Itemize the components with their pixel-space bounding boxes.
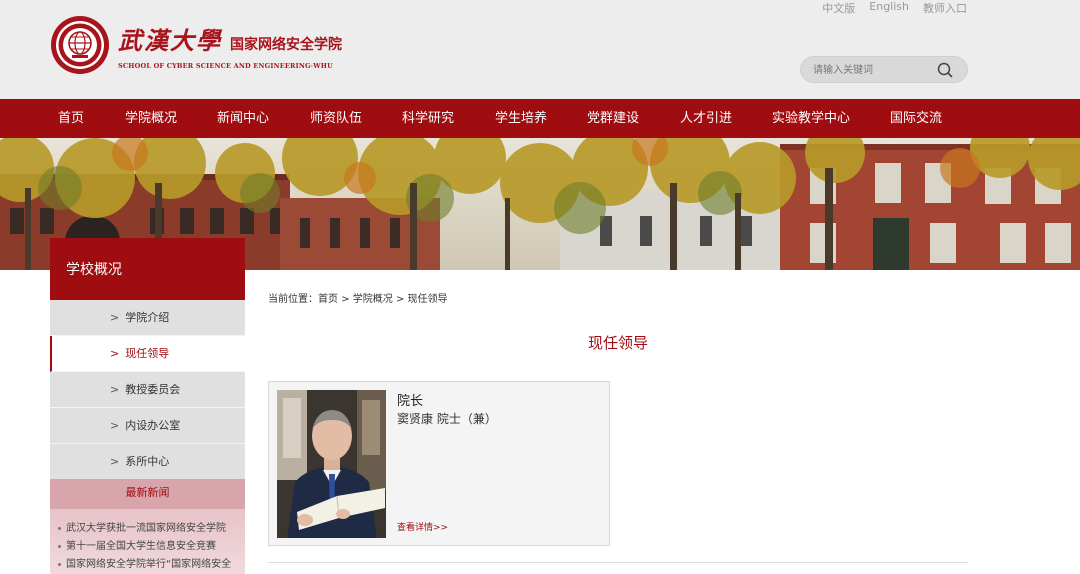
sidebar-title: 学校概况 xyxy=(50,238,245,300)
breadcrumb-prefix: 当前位置： xyxy=(268,294,318,305)
sidebar-item-label: 内设办公室 xyxy=(125,419,181,432)
nav-recruitment[interactable]: 人才引进 xyxy=(680,99,732,138)
nav-about[interactable]: 学院概况 xyxy=(125,99,177,138)
bullet-icon xyxy=(58,544,61,548)
bullet-icon xyxy=(58,562,61,566)
school-name-cn: 国家网络安全学院 xyxy=(230,36,342,53)
sidebar-menu: > 学院介绍 > 现任领导 > 教授委员会 > 内设办公室 > 系所中心 xyxy=(50,300,245,480)
leader-card: 院长 窦贤康 院士（兼） 查看详情>> xyxy=(268,381,610,546)
leader-photo xyxy=(277,390,386,538)
news-item-text: 第十一届全国大学生信息安全竞赛 xyxy=(66,541,216,552)
site-logo[interactable]: 武漢大學 国家网络安全学院 SCHOOL OF CYBER SCIENCE AN… xyxy=(50,15,342,75)
university-name-calligraphy: 武漢大學 xyxy=(118,25,222,55)
news-item-text: 国家网络安全学院举行“国家网络安全 xyxy=(66,559,232,570)
leader-name: 窦贤康 院士（兼） xyxy=(397,412,497,426)
site-header: 武漢大學 国家网络安全学院 SCHOOL OF CYBER SCIENCE AN… xyxy=(0,0,1080,99)
sidebar-item-label: 学院介绍 xyxy=(125,311,170,324)
sidebar-item-label: 现任领导 xyxy=(125,347,170,360)
chevron-right-icon: > xyxy=(110,347,120,360)
content-divider xyxy=(268,562,968,563)
breadcrumb-home[interactable]: 首页 xyxy=(318,294,338,305)
top-links: 中文版 English 教师入口 xyxy=(822,0,967,16)
sidebar-item-introduction[interactable]: > 学院介绍 xyxy=(50,300,245,336)
leader-portrait-image xyxy=(277,390,386,538)
sidebar-item-label: 教授委员会 xyxy=(125,383,181,396)
breadcrumb-separator: > xyxy=(395,294,405,305)
nav-home[interactable]: 首页 xyxy=(58,99,84,138)
nav-students[interactable]: 学生培养 xyxy=(495,99,547,138)
breadcrumb-current[interactable]: 现任领导 xyxy=(408,294,448,305)
leader-role: 院长 xyxy=(397,394,424,409)
breadcrumb: 当前位置：首页 > 学院概况 > 现任领导 xyxy=(268,290,448,305)
page-title: 现任领导 xyxy=(587,334,648,352)
main-nav: 首页 学院概况 新闻中心 师资队伍 科学研究 学生培养 党群建设 人才引进 实验… xyxy=(0,99,1080,138)
nav-party[interactable]: 党群建设 xyxy=(587,99,639,138)
chevron-right-icon: > xyxy=(110,383,120,396)
nav-faculty[interactable]: 师资队伍 xyxy=(310,99,362,138)
search-icon[interactable] xyxy=(937,62,953,78)
link-english[interactable]: English xyxy=(869,0,909,16)
nav-lab-center[interactable]: 实验教学中心 xyxy=(772,99,850,138)
search-input[interactable] xyxy=(813,62,933,79)
sidebar-item-offices[interactable]: > 内设办公室 xyxy=(50,408,245,444)
nav-international[interactable]: 国际交流 xyxy=(890,99,942,138)
latest-news-list: 武汉大学获批一流国家网络安全学院 第十一届全国大学生信息安全竞赛 国家网络安全学… xyxy=(50,509,245,574)
chevron-right-icon: > xyxy=(110,419,120,432)
bullet-icon xyxy=(58,526,61,530)
chevron-right-icon: > xyxy=(110,311,120,324)
breadcrumb-separator: > xyxy=(341,294,350,305)
chevron-right-icon: > xyxy=(110,455,120,468)
sidebar-item-current-leaders[interactable]: > 现任领导 xyxy=(50,336,245,372)
nav-research[interactable]: 科学研究 xyxy=(402,99,454,138)
news-item[interactable]: 第十一届全国大学生信息安全竞赛 xyxy=(50,538,245,556)
news-item[interactable]: 国家网络安全学院举行“国家网络安全 xyxy=(50,556,245,574)
news-item[interactable]: 武汉大学获批一流国家网络安全学院 xyxy=(50,520,245,538)
school-name-en: SCHOOL OF CYBER SCIENCE AND ENGINEERING·… xyxy=(118,61,333,70)
link-teacher-portal[interactable]: 教师入口 xyxy=(923,0,967,16)
breadcrumb-about[interactable]: 学院概况 xyxy=(353,294,393,305)
search-box xyxy=(800,56,968,83)
sidebar-item-professor-committee[interactable]: > 教授委员会 xyxy=(50,372,245,408)
view-details-link[interactable]: 查看详情>> xyxy=(397,520,448,533)
university-seal-icon xyxy=(51,16,109,74)
news-item-text: 武汉大学获批一流国家网络安全学院 xyxy=(66,523,226,534)
nav-news[interactable]: 新闻中心 xyxy=(217,99,269,138)
sidebar-item-label: 系所中心 xyxy=(125,455,170,468)
latest-news-title: 最新新闻 xyxy=(50,479,245,509)
sidebar-item-departments[interactable]: > 系所中心 xyxy=(50,444,245,480)
link-chinese[interactable]: 中文版 xyxy=(822,0,855,16)
